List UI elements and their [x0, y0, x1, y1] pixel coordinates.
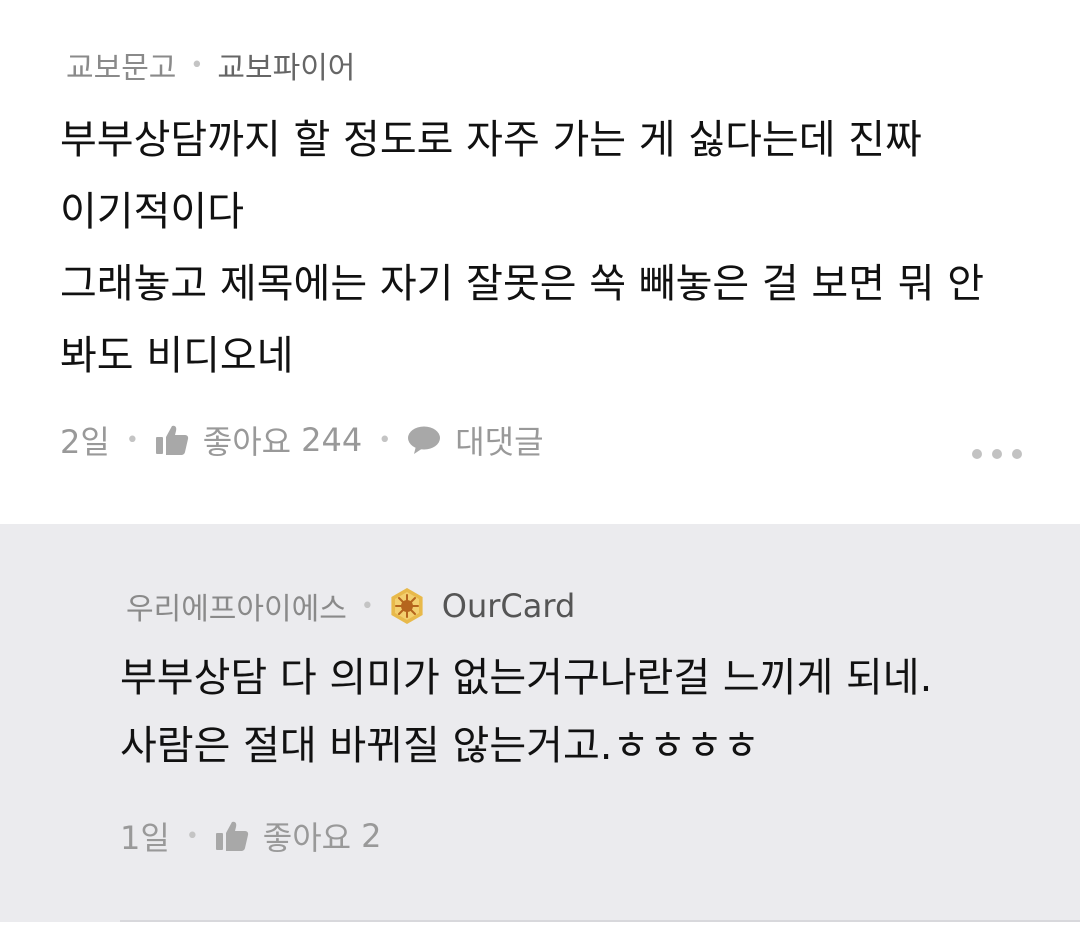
reply-nickname[interactable]: OurCard — [442, 587, 575, 625]
reply-button[interactable]: 대댓글 — [407, 417, 544, 463]
comment-author-line: 교보문고 • 교보파이어 — [66, 44, 355, 86]
dot — [1012, 449, 1022, 459]
reply-label: 대댓글 — [455, 423, 544, 461]
separator-dot: • — [378, 427, 392, 453]
like-label: 좋아요 — [262, 819, 352, 857]
separator-dot: • — [360, 593, 374, 619]
comment-time: 2일 — [60, 423, 110, 461]
reply-body: 부부상담 다 의미가 없는거구나란걸 느끼게 되네. 사람은 절대 바뀌질 않는… — [120, 644, 932, 780]
reply-actions: 1일 • 좋아요 2 — [120, 814, 381, 858]
reply-body-line: 사람은 절대 바뀌질 않는거고.ㅎㅎㅎㅎ — [120, 723, 760, 769]
like-label: 좋아요 — [202, 423, 292, 461]
separator-dot: • — [125, 427, 139, 453]
comment-actions: 2일 • 좋아요 244 • 대댓글 — [60, 418, 544, 462]
comment-nickname[interactable]: 교보파이어 — [217, 43, 355, 87]
reply-body-line: 부부상담 다 의미가 없는거구나란걸 느끼게 되네. — [120, 655, 933, 701]
like-count: 244 — [301, 421, 363, 459]
thumbs-up-icon — [215, 821, 248, 851]
thumbs-up-icon — [155, 425, 188, 455]
dot — [972, 449, 982, 459]
gold-badge-icon — [391, 588, 423, 624]
like-button[interactable]: 좋아요 244 — [155, 417, 362, 463]
separator-dot: • — [190, 52, 204, 78]
comment-body: 부부상담까지 할 정도로 자주 가는 게 싫다는데 진짜 이기적이다 그래놓고 … — [60, 104, 984, 392]
comment-body-line: 이기적이다 — [60, 189, 244, 235]
reply-author-line: 우리에프아이에스 • OurCard — [126, 584, 575, 628]
like-count: 2 — [361, 817, 382, 855]
dot — [992, 449, 1002, 459]
separator-dot: • — [185, 823, 199, 849]
reply-username[interactable]: 우리에프아이에스 — [126, 584, 347, 628]
comment-username[interactable]: 교보문고 — [66, 43, 176, 87]
reply-card: 우리에프아이에스 • OurCard 부부상담 다 의미가 없는거구나란걸 느끼… — [0, 524, 1080, 922]
comment-body-line: 봐도 비디오네 — [60, 333, 294, 379]
divider — [120, 920, 1080, 922]
like-button[interactable]: 좋아요 2 — [215, 813, 382, 859]
more-dots-icon[interactable] — [972, 440, 1022, 468]
comment-card: 교보문고 • 교보파이어 부부상담까지 할 정도로 자주 가는 게 싫다는데 진… — [0, 0, 1080, 524]
reply-time: 1일 — [120, 819, 170, 857]
speech-bubble-icon — [408, 426, 441, 454]
comment-body-line: 부부상담까지 할 정도로 자주 가는 게 싫다는데 진짜 — [60, 117, 922, 163]
comment-body-line: 그래놓고 제목에는 자기 잘못은 쏙 빼놓은 걸 보면 뭐 안 — [60, 261, 985, 307]
